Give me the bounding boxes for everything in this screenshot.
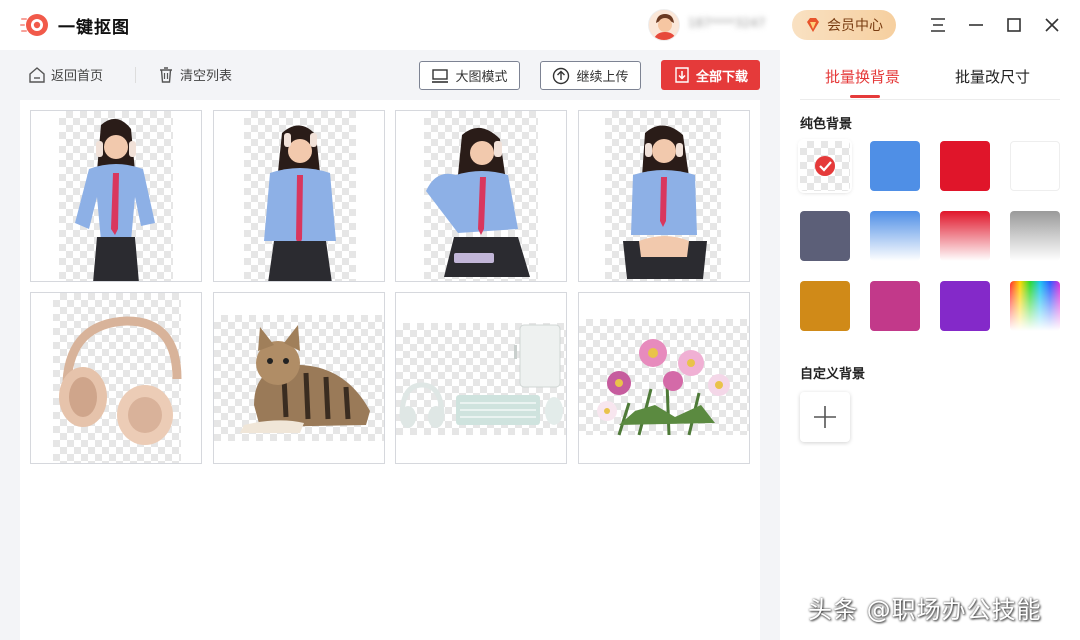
image-thumbnail-5[interactable] [30,292,202,464]
vip-center-button[interactable]: 会员中心 [792,10,896,40]
title-bar: 一键抠图 187****3247 会员中心 [0,0,1080,50]
swatch-blue-gradient[interactable] [870,211,920,261]
home-label: 返回首页 [51,69,104,84]
home-icon [29,66,45,83]
download-icon [675,67,689,83]
upload-icon [553,67,570,84]
image-thumbnail-8[interactable] [578,292,750,464]
add-custom-background-button[interactable] [800,392,850,442]
toolbar-divider [135,67,136,83]
solid-background-label: 纯色背景 [800,117,853,132]
maximize-icon[interactable] [1002,13,1026,37]
home-button[interactable]: 返回首页 [28,65,103,84]
swatch-red-gradient[interactable] [940,211,990,261]
vip-center-label: 会员中心 [827,18,883,34]
swatch-magenta[interactable] [870,281,920,331]
watermark: 头条 @职场办公技能 [808,596,1042,624]
continue-upload-button[interactable]: 继续上传 [540,61,641,90]
tab-batch-resize[interactable]: 批量改尺寸 [955,66,1030,87]
large-image-mode-button[interactable]: 大图模式 [419,61,520,90]
girl-headphones-image [75,118,155,281]
flowers-image [597,339,730,436]
swatch-blue[interactable] [870,141,920,191]
girl-headphones-image [426,127,530,277]
girl-headphones-image [623,125,707,279]
large-image-mode-label: 大图模式 [455,70,508,85]
continue-upload-label: 继续上传 [576,70,629,85]
user-avatar-icon [649,10,679,40]
avatar[interactable] [648,9,680,41]
swatch-red[interactable] [940,141,990,191]
girl-headphones-image [264,125,336,281]
image-thumbnail-6[interactable] [213,292,385,464]
keyboard-desk-image [399,324,563,428]
app-title: 一键抠图 [58,18,130,38]
image-grid [20,100,760,640]
toolbar: 返回首页 清空列表 大图模式 继续上传 全部下载 [20,50,760,100]
swatch-slate[interactable] [800,211,850,261]
image-thumbnail-7[interactable] [395,292,567,464]
clear-list-label: 清空列表 [180,69,233,84]
monitor-icon [432,68,449,83]
download-all-label: 全部下载 [695,69,748,85]
custom-background-label: 自定义背景 [800,367,866,382]
username: 187****3247 [688,16,766,30]
tab-divider [800,99,1060,100]
active-tab-indicator [850,95,880,98]
swatch-rainbow[interactable] [1010,281,1060,331]
image-thumbnail-4[interactable] [578,110,750,282]
app-logo-icon [20,14,48,36]
swatch-transparent[interactable] [800,141,850,191]
swatch-purple[interactable] [940,281,990,331]
swatch-amber[interactable] [800,281,850,331]
image-thumbnail-1[interactable] [30,110,202,282]
check-icon [815,156,835,176]
clear-list-button[interactable]: 清空列表 [157,65,232,84]
trash-icon [160,66,172,83]
download-all-button[interactable]: 全部下载 [661,60,760,90]
tab-batch-background[interactable]: 批量换背景 [825,66,900,87]
image-thumbnail-3[interactable] [395,110,567,282]
image-thumbnail-2[interactable] [213,110,385,282]
plus-icon [814,406,836,428]
cat-image [240,325,370,433]
menu-icon[interactable] [926,13,950,37]
swatch-white[interactable] [1010,141,1060,191]
minimize-icon[interactable] [964,13,988,37]
swatch-gray-gradient[interactable] [1010,211,1060,261]
headphones-image [59,316,182,445]
diamond-icon [807,18,819,32]
side-panel: 批量换背景 批量改尺寸 纯色背景 自定义背景 [780,50,1080,640]
close-icon[interactable] [1040,13,1064,37]
